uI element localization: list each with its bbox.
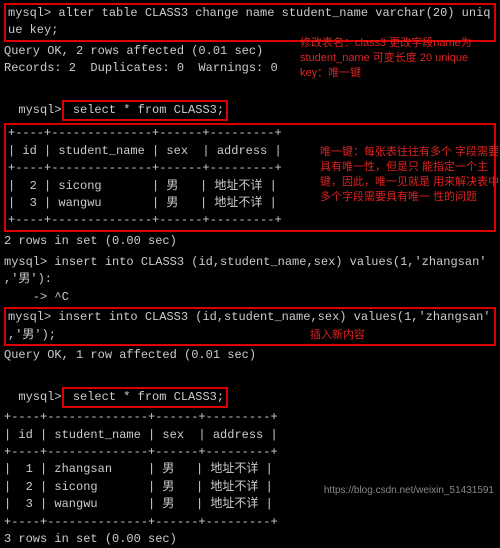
- prompt[interactable]: mysql>: [8, 6, 51, 20]
- prompt[interactable]: mysql>: [4, 255, 47, 269]
- table-sep: +----+--------------+------+---------+: [8, 212, 492, 229]
- table-sep: +----+--------------+------+---------+: [4, 409, 496, 426]
- result-line: 3 rows in set (0.00 sec): [4, 531, 496, 548]
- cmd-insert-box: mysql> insert into CLASS3 (id,student_na…: [4, 307, 496, 346]
- table-row: | 3 | wangwu | 男 | 地址不详 |: [4, 496, 496, 513]
- cmd-insert-typo: mysql> insert into CLASS3 (id,student_na…: [4, 254, 496, 289]
- cmd-insert: insert into CLASS3 (id,student_name,sex)…: [8, 310, 491, 341]
- annotation-alter: 修改表名：class3 更改字段name为 student_name 可变长度 …: [300, 36, 480, 81]
- result-line: Query OK, 1 row affected (0.01 sec): [4, 347, 496, 364]
- prompt[interactable]: mysql>: [18, 103, 61, 117]
- cmd-select1-line: mysql> select * from CLASS3;: [4, 82, 496, 123]
- continuation: -> ^C: [4, 289, 496, 306]
- table-sep: +----+--------------+------+---------+: [4, 514, 496, 531]
- cmd-select2-box: select * from CLASS3;: [62, 387, 228, 408]
- watermark: https://blog.csdn.net/weixin_51431591: [324, 484, 494, 499]
- cmd-alter: alter table CLASS3 change name student_n…: [8, 6, 491, 37]
- prompt[interactable]: mysql>: [18, 390, 61, 404]
- annotation-unique: 唯一键：每张表往往有多个 字段需要具有唯一性，但是只 能指定一个主键，因此，唯一…: [320, 145, 500, 204]
- table-sep: +----+--------------+------+---------+: [8, 125, 492, 142]
- prompt[interactable]: mysql>: [8, 310, 51, 324]
- annotation-insert: 插入新内容: [310, 328, 410, 343]
- table-row: | 1 | zhangsan | 男 | 地址不详 |: [4, 461, 496, 478]
- table-header: | id | student_name | sex | address |: [4, 427, 496, 444]
- cmd-select1-box: select * from CLASS3;: [62, 100, 228, 121]
- table-sep: +----+--------------+------+---------+: [4, 444, 496, 461]
- result-line: 2 rows in set (0.00 sec): [4, 233, 496, 250]
- cmd-select2-line: mysql> select * from CLASS3;: [4, 368, 496, 409]
